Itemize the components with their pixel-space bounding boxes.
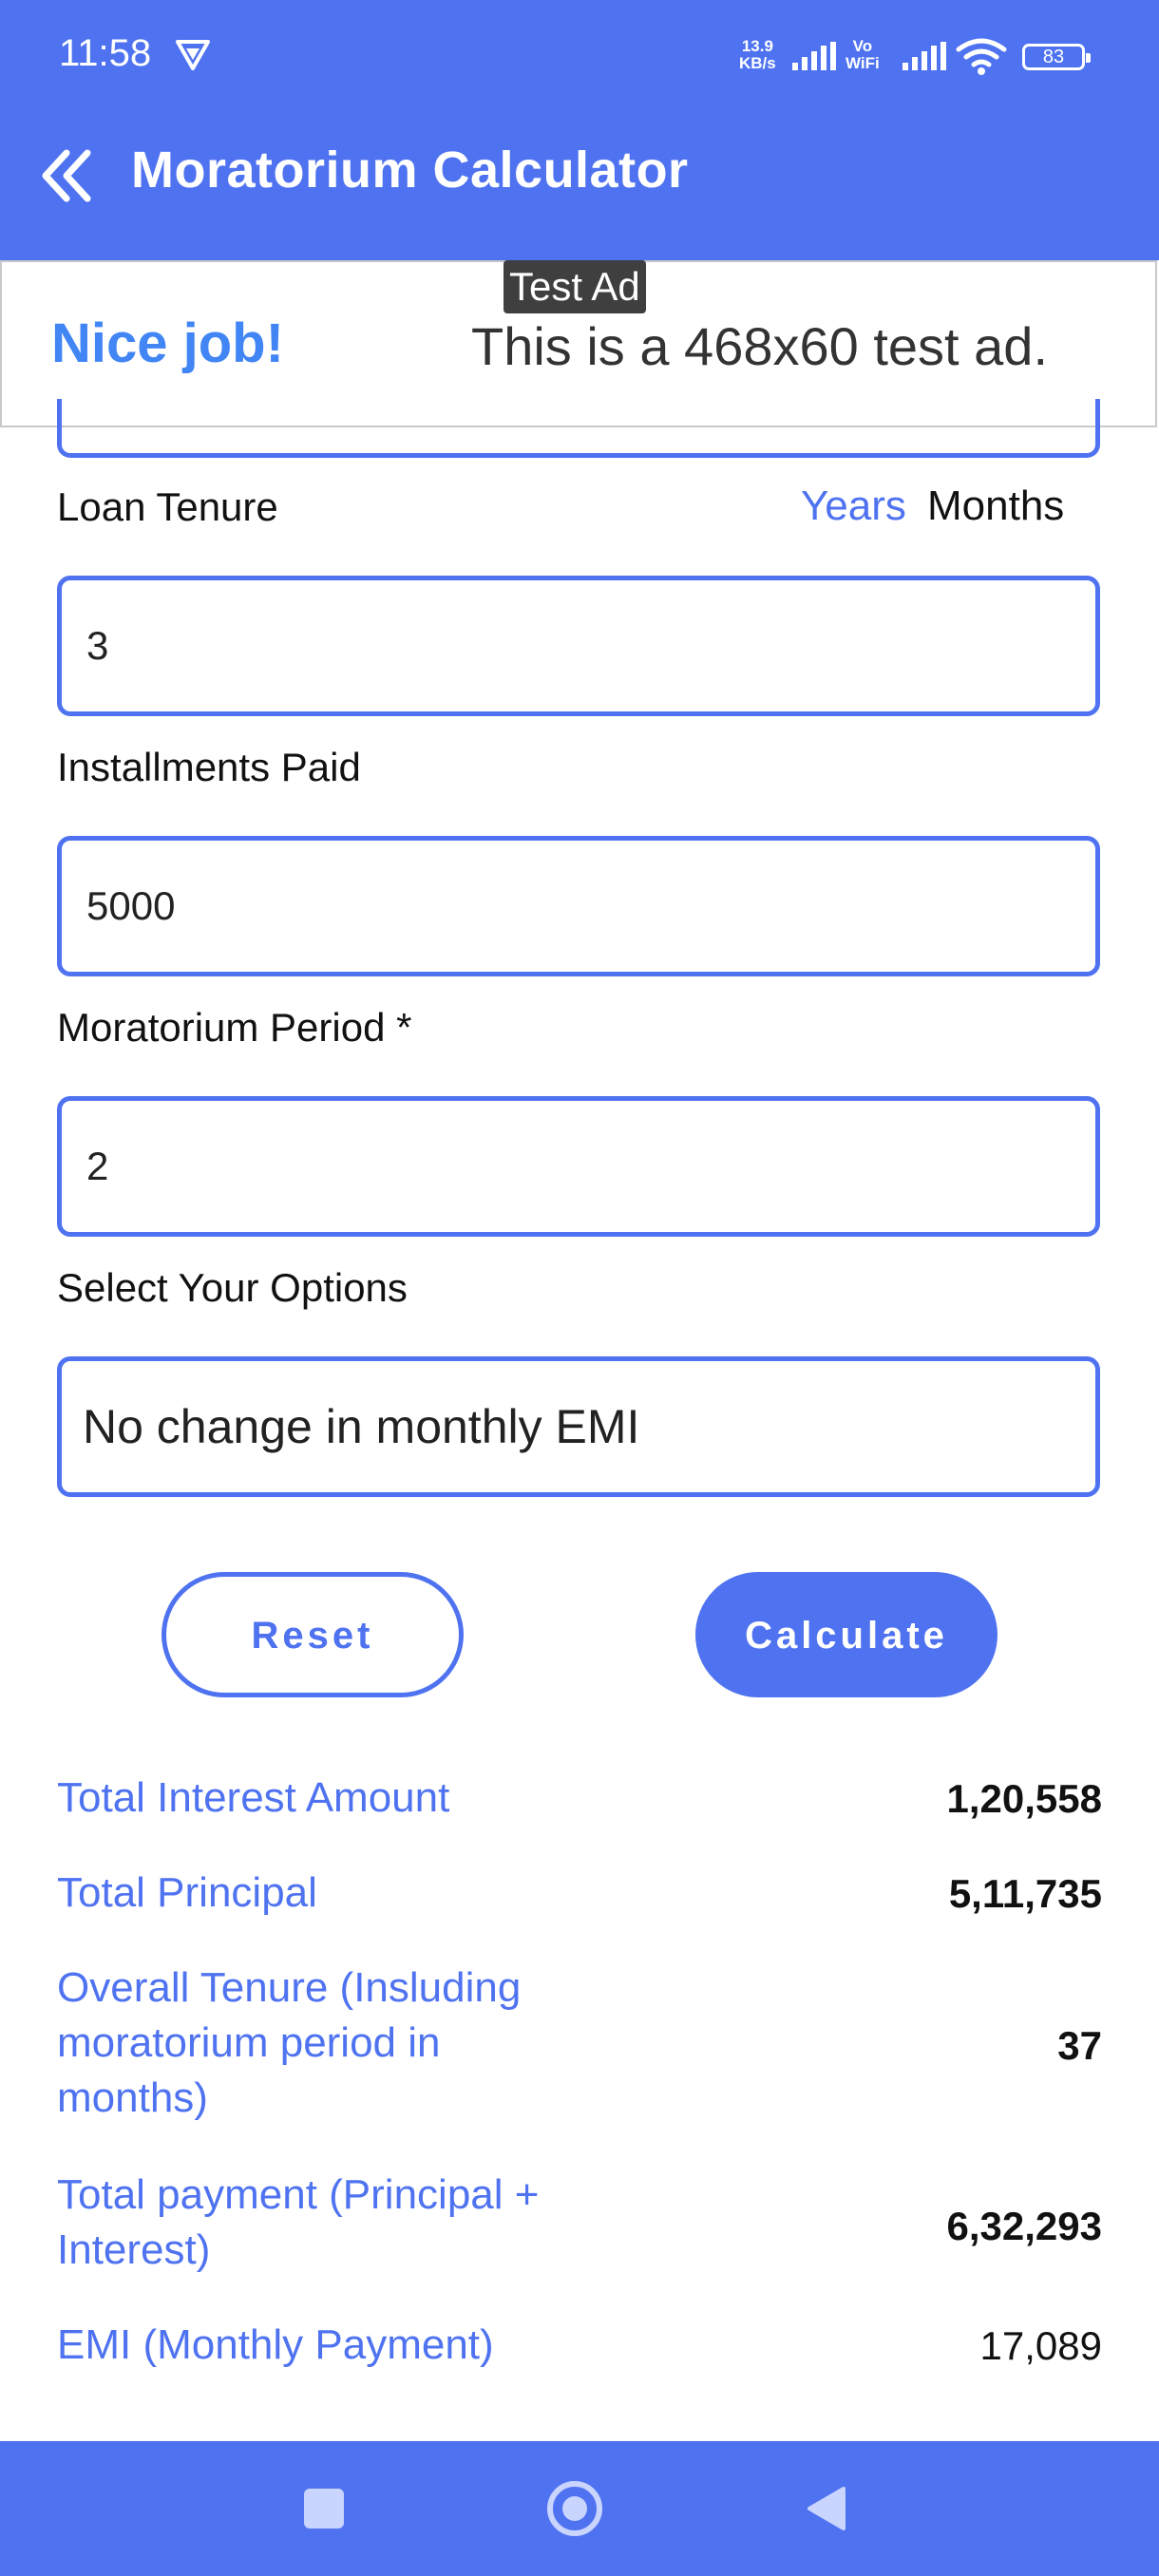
double-chevron-left-icon[interactable] — [38, 147, 95, 204]
signal-icon — [902, 42, 946, 70]
ad-headline[interactable]: Nice job! — [51, 312, 284, 375]
recent-apps-icon[interactable] — [304, 2489, 344, 2529]
battery-icon: 83 — [1022, 44, 1091, 70]
wifi-icon — [956, 38, 1007, 75]
installments-paid-input[interactable]: 5000 — [57, 836, 1100, 976]
total-payment-label: Total payment (Principal + Interest) — [57, 2171, 540, 2273]
ad-text[interactable]: This is a 468x60 test ad. — [471, 315, 1048, 377]
network-speed-unit: KB/s — [739, 54, 776, 72]
vpn-icon — [176, 40, 210, 70]
select-options-label: Select Your Options — [57, 1265, 408, 1310]
moratorium-period-input[interactable]: 2 — [57, 1096, 1100, 1237]
ad-tag: Test Ad — [504, 260, 646, 313]
vowifi-indicator: Vo WiFi — [846, 38, 880, 72]
wifi-label: WiFi — [846, 54, 880, 72]
page-title: Moratorium Calculator — [131, 142, 689, 199]
emi-label: EMI (Monthly Payment) — [57, 2321, 494, 2368]
network-speed: 13.9 KB/s — [739, 38, 776, 72]
home-icon[interactable] — [547, 2481, 602, 2536]
loan-tenure-input[interactable]: 3 — [57, 576, 1100, 716]
moratorium-period-label: Moratorium Period * — [57, 1005, 412, 1050]
status-time: 11:58 — [59, 32, 152, 74]
total-principal-value: 5,11,735 — [948, 1871, 1102, 1916]
overall-tenure-label: Overall Tenure (Insluding moratorium per… — [57, 1964, 522, 2121]
battery-level: 83 — [1042, 47, 1065, 67]
emi-value: 17,089 — [979, 2323, 1102, 2368]
total-principal-label: Total Principal — [57, 1869, 317, 1916]
total-interest-label: Total Interest Amount — [57, 1774, 450, 1821]
loan-amount-field[interactable] — [57, 399, 1100, 458]
options-select[interactable]: No change in monthly EMI — [57, 1356, 1100, 1497]
reset-button[interactable]: Reset — [162, 1572, 464, 1697]
unit-months-toggle[interactable]: Months — [927, 483, 1064, 530]
signal-icon — [792, 42, 836, 70]
installments-paid-label: Installments Paid — [57, 745, 361, 789]
overall-tenure-value: 37 — [1057, 2023, 1102, 2068]
loan-tenure-label: Loan Tenure — [57, 484, 278, 529]
back-triangle-icon[interactable] — [806, 2485, 847, 2532]
calculate-button[interactable]: Calculate — [695, 1572, 998, 1697]
total-payment-value: 6,32,293 — [946, 2204, 1103, 2248]
vo-label: Vo — [852, 37, 873, 55]
unit-years-toggle[interactable]: Years — [801, 483, 906, 530]
network-speed-value: 13.9 — [741, 37, 773, 55]
total-interest-value: 1,20,558 — [946, 1776, 1103, 1821]
